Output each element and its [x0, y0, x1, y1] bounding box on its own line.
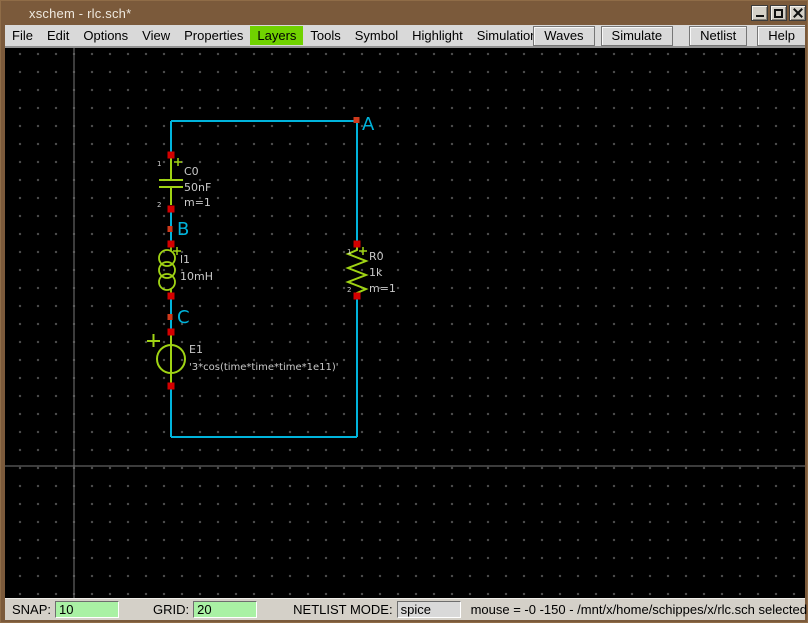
component-ref: R0: [369, 250, 384, 263]
label-attach-mark: [167, 226, 173, 232]
snap-label: SNAP:: [12, 602, 52, 617]
menu-item-layers[interactable]: Layers: [250, 26, 304, 45]
grid-label: GRID:: [153, 602, 190, 617]
xschem-window: xschem - rlc.sch* File Edit Options View…: [0, 0, 808, 623]
netlist-button[interactable]: Netlist: [689, 25, 748, 46]
pin-number: 2: [157, 201, 161, 209]
close-icon: [793, 8, 803, 18]
netlist-mode-label: NETLIST MODE:: [293, 602, 393, 617]
menu-item-tools[interactable]: Tools: [303, 26, 347, 45]
simulate-button[interactable]: Simulate: [600, 25, 674, 46]
minimize-icon: [755, 14, 764, 17]
plus-mark: [174, 158, 182, 166]
label-attach-mark: [353, 117, 360, 123]
voltage-source-E1[interactable]: E1 '3*cos(time*time*time*1e11)': [147, 328, 339, 390]
origin-axes: [5, 48, 805, 598]
pin: [167, 328, 175, 336]
grid-input[interactable]: [193, 601, 258, 618]
pin: [167, 205, 175, 213]
close-button[interactable]: [789, 5, 806, 21]
pin: [353, 292, 361, 300]
label-attach-mark: [167, 314, 173, 320]
component-extra: m=1: [369, 282, 396, 295]
menu-item-options[interactable]: Options: [76, 26, 135, 45]
menu-item-symbol[interactable]: Symbol: [348, 26, 405, 45]
pin: [167, 292, 175, 300]
pin: [167, 240, 175, 248]
pin: [167, 382, 175, 390]
component-value: 1k: [369, 266, 383, 279]
component-ref: C0: [184, 165, 199, 178]
pin: [167, 151, 175, 159]
plus-mark: [147, 334, 160, 347]
menu-buttons: Waves Simulate Netlist Help: [533, 25, 805, 46]
node-labels: A B C: [167, 114, 375, 328]
resistor-R0[interactable]: 1 2 R0 1k m=1: [345, 240, 396, 300]
mouse-status-text: mouse = -0 -150 - /mnt/x/home/schippes/x…: [470, 602, 808, 617]
menu-item-file[interactable]: File: [5, 26, 40, 45]
component-value: '3*cos(time*time*time*1e11)': [189, 362, 339, 373]
schematic-canvas[interactable]: 1 2 C0 50nF m=1 l1 10mH E1 '3*cos(time*t…: [5, 46, 805, 598]
pin: [353, 240, 361, 248]
node-label-A[interactable]: A: [362, 114, 375, 135]
menu-item-view[interactable]: View: [135, 26, 177, 45]
component-ref: l1: [180, 253, 190, 266]
titlebar[interactable]: xschem - rlc.sch*: [1, 1, 807, 25]
netlist-mode-input[interactable]: [396, 601, 461, 618]
menu-item-highlight[interactable]: Highlight: [405, 26, 470, 45]
maximize-icon: [774, 8, 783, 18]
minimize-button[interactable]: [751, 5, 768, 21]
capacitor-C0[interactable]: 1 2 C0 50nF m=1: [157, 151, 211, 213]
window-controls: [751, 5, 806, 21]
schematic-svg: 1 2 C0 50nF m=1 l1 10mH E1 '3*cos(time*t…: [5, 48, 805, 598]
statusbar: SNAP: GRID: NETLIST MODE: mouse = -0 -15…: [5, 598, 808, 620]
component-value: 10mH: [180, 270, 213, 283]
pin-number: 2: [347, 286, 351, 294]
component-ref: E1: [189, 343, 203, 356]
plus-mark: [359, 247, 367, 255]
window-title: xschem - rlc.sch*: [29, 5, 132, 21]
snap-input[interactable]: [55, 601, 120, 618]
help-button[interactable]: Help: [757, 25, 805, 46]
inductor-l1[interactable]: l1 10mH: [158, 240, 213, 300]
menubar: File Edit Options View Properties Layers…: [5, 25, 805, 46]
waves-button[interactable]: Waves: [533, 25, 595, 46]
node-label-C[interactable]: C: [177, 307, 190, 328]
menu-item-properties[interactable]: Properties: [177, 26, 250, 45]
menu-item-edit[interactable]: Edit: [40, 26, 76, 45]
pin-number: 1: [157, 160, 161, 168]
node-label-B[interactable]: B: [177, 219, 189, 240]
component-value: 50nF: [184, 181, 211, 194]
pin-number: 1: [347, 248, 351, 256]
maximize-button[interactable]: [770, 5, 787, 21]
component-extra: m=1: [184, 196, 211, 209]
